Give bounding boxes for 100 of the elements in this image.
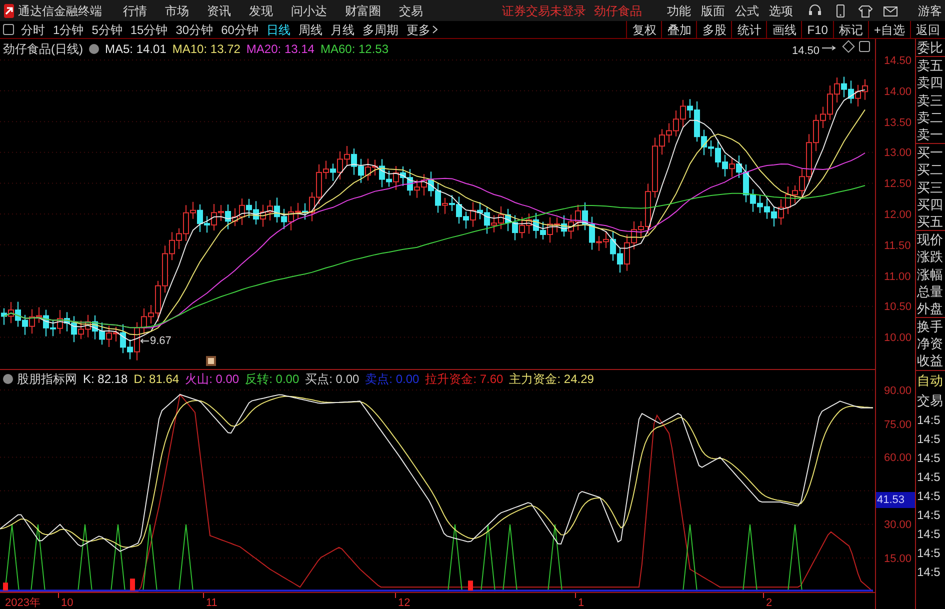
quote-label[interactable]: 买三: [917, 178, 945, 196]
signal-spike: [78, 524, 92, 592]
price-label: 9.67: [150, 334, 172, 349]
axis-label: 11.50: [884, 238, 911, 254]
quote-label[interactable]: 净资: [917, 335, 945, 352]
arrow-icon: [822, 45, 836, 51]
chart-title: 劲仔食品(日线): [3, 41, 83, 58]
quote-label[interactable]: 涨幅: [917, 265, 945, 283]
menu-item[interactable]: 发现: [240, 2, 282, 20]
toolbar-button[interactable]: F10: [801, 21, 833, 38]
signal-spike: [110, 524, 126, 592]
period-tab[interactable]: 周线: [294, 20, 326, 38]
user-label[interactable]: 游客: [918, 2, 942, 20]
menu-item[interactable]: 交易: [390, 2, 432, 20]
quote-label[interactable]: 买一: [917, 144, 945, 162]
ma-value: MA10: 13.72: [172, 41, 240, 58]
menu-item[interactable]: 财富圈: [336, 2, 390, 20]
quote-label[interactable]: 总量: [917, 282, 945, 300]
indicator-value: 火山: 0.00: [185, 371, 240, 388]
indicator-value: 主力资金: 24.29: [509, 371, 594, 388]
toolbar-button[interactable]: 多股: [696, 21, 732, 38]
quote-label[interactable]: 买五: [917, 212, 945, 230]
trade-time: 14:5: [916, 564, 942, 582]
period-tab[interactable]: 分时: [17, 20, 49, 38]
period-tab[interactable]: 5分钟: [88, 20, 126, 38]
indicator-value: K: 82.18: [83, 371, 128, 388]
period-tab[interactable]: 1分钟: [49, 20, 88, 38]
toolbar-button[interactable]: 标记: [832, 21, 868, 38]
quote-label[interactable]: 卖四: [917, 74, 945, 92]
period-tab[interactable]: 日线: [262, 20, 294, 38]
toolbar-button[interactable]: +自选: [868, 21, 910, 38]
quote-label[interactable]: 买四: [917, 196, 945, 213]
axis-label: 15.00: [884, 552, 912, 567]
axis-label: 2: [766, 596, 772, 609]
axis-label: 10.50: [884, 300, 912, 316]
signal-spike: [682, 524, 698, 592]
period-tab[interactable]: 60分钟: [217, 20, 262, 38]
quote-label[interactable]: 换手: [917, 318, 945, 336]
toolbar-button[interactable]: 统计: [731, 21, 766, 38]
dropdown-icon[interactable]: [89, 44, 99, 54]
quote-label[interactable]: 收益: [917, 352, 945, 370]
stock-name-label: 劲仔食品: [594, 2, 642, 20]
quote-label[interactable]: 卖五: [917, 57, 945, 74]
period-tab[interactable]: 15分钟: [126, 20, 172, 38]
chevron-right-icon: [432, 25, 438, 34]
menu-item[interactable]: 市场: [156, 2, 198, 20]
axis-label: 12.00: [884, 208, 912, 223]
menu-item[interactable]: 资讯: [198, 2, 240, 20]
toolbar-button[interactable]: 叠加: [661, 21, 696, 38]
period-tab[interactable]: 多周期: [358, 20, 402, 38]
price-label: 14.50: [792, 44, 820, 59]
shirt-icon[interactable]: [858, 4, 873, 18]
trade-time: 14:5: [916, 469, 942, 486]
quote-label[interactable]: 外盘: [917, 300, 945, 317]
axis-label: 11: [206, 596, 218, 609]
menu-item[interactable]: 行情: [114, 2, 156, 20]
axis-label: 13.50: [884, 116, 912, 131]
signal-spike: [788, 524, 802, 592]
login-notice[interactable]: 证券交易未登录: [502, 2, 586, 20]
axis-label: 11.00: [884, 270, 911, 285]
indicator-value: 卖点: 0.00: [365, 371, 420, 388]
tab-label[interactable]: 交易: [916, 390, 945, 411]
headset-icon[interactable]: [808, 4, 823, 18]
quote-label[interactable]: 卖一: [917, 126, 945, 144]
quote-label[interactable]: 现价: [917, 231, 945, 248]
period-tab[interactable]: 月线: [326, 20, 358, 38]
tab-label[interactable]: 自动: [916, 370, 945, 391]
mail-icon[interactable]: [883, 4, 898, 18]
ma-value: MA20: 13.14: [246, 41, 314, 58]
trade-time: 14:5: [916, 545, 942, 562]
signal-spike: [142, 524, 158, 592]
indicator-value: 买点: 0.00: [305, 371, 360, 388]
ma-value: MA60: 12.53: [320, 41, 389, 58]
quote-label[interactable]: 卖三: [917, 92, 945, 109]
toolbar-button[interactable]: 画线: [766, 21, 802, 38]
axis-label: 10.00: [884, 331, 912, 346]
axis-label: 75.00: [884, 418, 912, 433]
menu-item[interactable]: 选项: [764, 2, 798, 20]
quote-label[interactable]: 委比: [917, 39, 945, 56]
period-tab[interactable]: 30分钟: [172, 20, 218, 38]
period-tab[interactable]: 更多: [402, 20, 442, 38]
menu-item[interactable]: 问小达: [282, 2, 336, 20]
logo-icon: [4, 4, 14, 18]
menu-item[interactable]: 版面: [696, 2, 730, 20]
dropdown-icon[interactable]: [3, 374, 13, 384]
toolbar-button[interactable]: 复权: [626, 21, 662, 38]
quote-label[interactable]: 卖二: [917, 108, 945, 126]
toolbar-button[interactable]: 返回: [910, 21, 945, 38]
signal-spike: [448, 524, 462, 592]
axis-label: 14.00: [884, 84, 912, 100]
panel-toggle-icon[interactable]: [3, 24, 14, 35]
menu-item[interactable]: 公式: [730, 2, 764, 20]
menu-item[interactable]: 功能: [662, 2, 696, 20]
quote-label[interactable]: 买二: [917, 161, 945, 178]
panel-toggle-icon[interactable]: [859, 41, 870, 52]
axis-label: 60.00: [884, 451, 912, 466]
event-marker-icon: [206, 356, 216, 366]
trade-time: 14:5: [916, 488, 942, 506]
quote-label[interactable]: 涨跌: [917, 248, 945, 266]
signal-spike: [742, 524, 758, 592]
